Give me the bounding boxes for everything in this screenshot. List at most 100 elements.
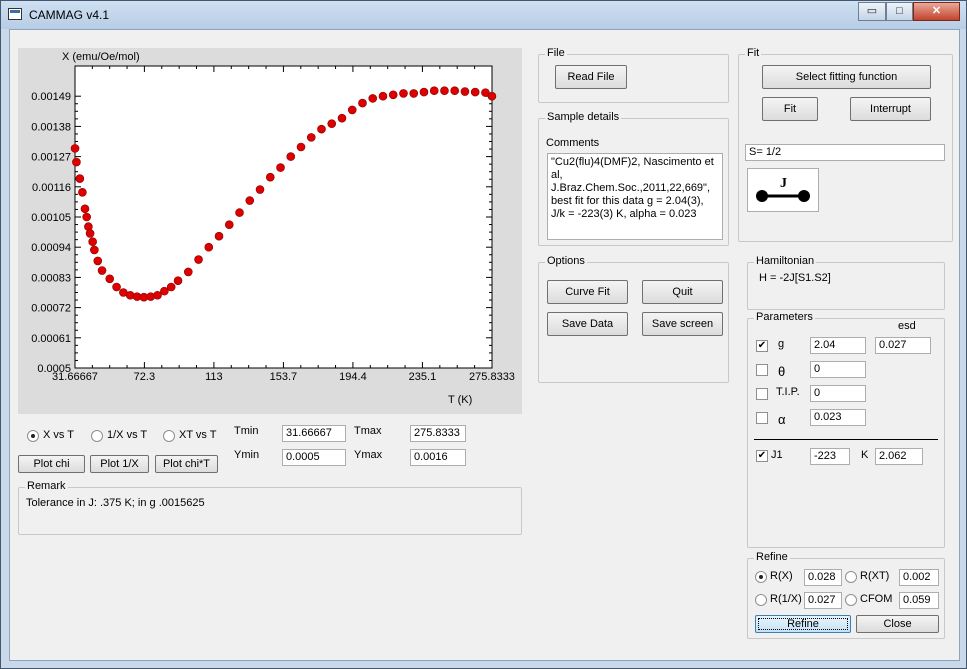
maximize-button[interactable]: □ [886, 2, 913, 21]
r-x-value[interactable]: 0.028 [804, 569, 842, 586]
param-theta-checkbox[interactable] [756, 364, 768, 376]
param-alpha-input[interactable]: 0.023 [810, 409, 866, 426]
data-point [358, 98, 367, 108]
param-tip-label: T.I.P. [776, 386, 800, 398]
radio-r-xt-label: R(XT) [860, 570, 890, 582]
data-point [75, 174, 85, 183]
read-file-button[interactable]: Read File [555, 65, 627, 89]
title-bar[interactable]: CAMMAG v4.1 ▭ □ ✕ [1, 1, 966, 29]
data-point [88, 237, 97, 247]
options-group: Options Curve Fit Quit Save Data Save sc… [538, 255, 729, 383]
param-tip-checkbox[interactable] [756, 388, 768, 400]
tmin-input[interactable]: 31.66667 [282, 425, 346, 442]
tmax-input[interactable]: 275.8333 [410, 425, 466, 442]
y-tick-label: 0.00083 [31, 272, 71, 284]
data-point [419, 87, 429, 97]
app-window: CAMMAG v4.1 ▭ □ ✕ 0.00149 0.00138 0.00127 0… [0, 0, 967, 669]
radio-r-inv-x[interactable] [755, 594, 767, 606]
radio-xt-vs-t-label: XT vs T [179, 429, 217, 441]
radio-r-x-label: R(X) [770, 570, 793, 582]
param-alpha-checkbox[interactable] [756, 412, 768, 424]
data-point [93, 256, 103, 266]
close-button[interactable]: Close [856, 615, 939, 633]
close-window-button[interactable]: ✕ [913, 2, 960, 21]
select-fitting-function-button[interactable]: Select fitting function [762, 65, 931, 89]
data-point [265, 172, 275, 182]
cfom-value[interactable]: 0.059 [899, 592, 939, 609]
param-alpha-label: α [778, 412, 786, 427]
refine-button-label: Refine [758, 618, 848, 630]
radio-r-x[interactable] [755, 571, 767, 583]
param-j1-esd[interactable]: 2.062 [875, 448, 923, 465]
hamiltonian-legend: Hamiltonian [754, 255, 817, 267]
data-point [97, 266, 107, 275]
refine-button[interactable]: Refine [755, 615, 851, 633]
x-tick-label: 194.4 [339, 371, 367, 383]
comments-textarea[interactable]: "Cu2(flu)4(DMF)2, Nascimento et al, J.Br… [547, 153, 723, 240]
save-screen-button[interactable]: Save screen [642, 312, 723, 336]
save-data-button[interactable]: Save Data [547, 312, 628, 336]
parameters-legend: Parameters [754, 311, 815, 323]
remark-group: Remark Tolerance in J: .375 K; in g .001… [18, 480, 522, 535]
ymax-input[interactable]: 0.0016 [410, 449, 466, 466]
data-point [450, 86, 460, 96]
param-g-input[interactable]: 2.04 [810, 337, 866, 354]
data-point [70, 144, 80, 153]
parameters-group: Parameters esd ✔ g 2.04 0.027 θ 0 T.I.P.… [747, 311, 945, 548]
app-icon[interactable] [8, 8, 22, 20]
data-point [255, 185, 265, 194]
x-tick-label: 153.7 [270, 371, 298, 383]
radio-xt-vs-t[interactable] [163, 430, 175, 442]
radio-x-vs-t[interactable] [27, 430, 39, 442]
r-xt-value[interactable]: 0.002 [899, 569, 939, 586]
data-point [337, 113, 347, 123]
radio-inv-x-vs-t[interactable] [91, 430, 103, 442]
quit-button[interactable]: Quit [642, 280, 723, 304]
spin-input[interactable]: S= 1/2 [745, 144, 945, 161]
close-icon: ✕ [931, 5, 942, 17]
dimer-diagram: J [747, 168, 819, 212]
y-axis-label: X (emu/Oe/mol) [62, 51, 140, 63]
param-g-checkbox[interactable]: ✔ [756, 340, 768, 352]
param-tip-input[interactable]: 0 [810, 385, 866, 402]
param-g-esd[interactable]: 0.027 [875, 337, 931, 354]
radio-r-xt[interactable] [845, 571, 857, 583]
data-point [80, 204, 90, 214]
client-area: 0.00149 0.00138 0.00127 0.00116 0.00105 0.000… [9, 29, 960, 661]
ymin-input[interactable]: 0.0005 [282, 449, 346, 466]
minimize-button[interactable]: ▭ [858, 2, 886, 21]
data-point [214, 231, 224, 241]
parameters-divider [754, 439, 938, 440]
param-j1-checkbox[interactable]: ✔ [756, 450, 768, 462]
file-group: File Read File [538, 47, 729, 103]
data-point [409, 89, 419, 98]
plot-chi-t-button[interactable]: Plot chi*T [155, 455, 218, 473]
interrupt-button[interactable]: Interrupt [850, 97, 931, 121]
data-point [317, 124, 326, 134]
plot-inverse-chi-button[interactable]: Plot 1/X [90, 455, 149, 473]
r-inv-x-value[interactable]: 0.027 [804, 592, 842, 609]
esd-label: esd [898, 320, 916, 332]
maximize-icon: □ [896, 5, 903, 17]
param-j1-label: J1 [771, 449, 783, 461]
plot-chi-button[interactable]: Plot chi [18, 455, 85, 473]
y-tick-label: 0.00127 [31, 152, 71, 164]
data-point [204, 242, 214, 252]
y-tick-label: 0.00094 [31, 242, 71, 254]
radio-cfom[interactable] [845, 594, 857, 606]
data-point [194, 255, 203, 264]
options-legend: Options [545, 255, 587, 267]
tmax-label: Tmax [354, 425, 382, 437]
radio-r-inv-x-label: R(1/X) [770, 593, 802, 605]
radio-inv-x-vs-t-label: 1/X vs T [107, 429, 148, 441]
y-tick-label: 0.00116 [32, 182, 71, 194]
curve-fit-button[interactable]: Curve Fit [547, 280, 628, 304]
sample-details-group: Sample details Comments "Cu2(flu)4(DMF)2… [538, 111, 729, 246]
param-theta-input[interactable]: 0 [810, 361, 866, 378]
fit-button[interactable]: Fit [762, 97, 818, 121]
y-tick-label: 0.00138 [31, 121, 71, 133]
param-j1-input[interactable]: -223 [810, 448, 850, 465]
chart-svg: 0.00149 0.00138 0.00127 0.00116 0.00105 0.000… [31, 51, 515, 406]
data-point [470, 87, 480, 97]
x-tick-label: 31.66667 [52, 371, 98, 383]
